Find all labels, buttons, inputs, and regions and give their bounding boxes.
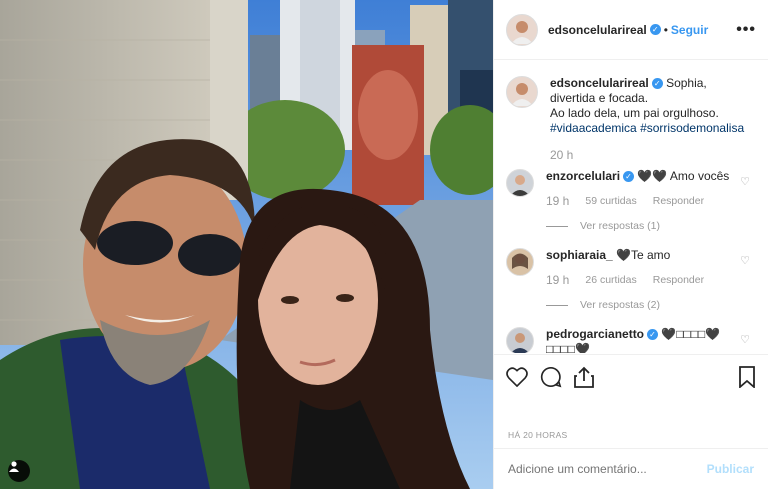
bookmark-icon[interactable] [738,365,756,388]
comment-body: sophiaraia_ 🖤Te amo 19 h 26 curtidas Res… [546,248,754,313]
commenter-avatar[interactable] [506,169,534,197]
verified-icon: ✓ [623,171,635,183]
caption-meta: 20 h [550,148,754,163]
caption-username[interactable]: edsoncelularireal [550,76,649,90]
comment-item: sophiaraia_ 🖤Te amo 19 h 26 curtidas Res… [506,248,754,313]
comment-text: 🖤🖤 Amo vocês [637,169,730,183]
caption-line2: Ao lado dela, um pai orgulhoso. [550,106,719,120]
author-avatar-small[interactable] [506,76,538,108]
view-replies[interactable]: Ver respostas (1) [546,219,754,234]
hashtag-link[interactable]: #sorrisodemonalisa [640,121,744,135]
header-author: edsoncelularireal ✓ • Seguir [548,23,708,37]
replies-line [546,226,568,227]
comment-time[interactable]: 19 h [546,273,569,288]
comment-item: pedrogarcianetto ✓ 🖤□□□□🖤 □□□□🖤 ♡ [506,327,754,353]
comment-body: enzorcelulari ✓ 🖤🖤 Amo vocês 19 h 59 curt… [546,169,754,234]
posted-time[interactable]: HÁ 20 HORAS [508,430,568,440]
post-side-panel: edsoncelularireal ✓ • Seguir ••• edsonce… [493,0,768,489]
view-replies-label[interactable]: Ver respostas (2) [580,298,660,313]
comment-likes[interactable]: 26 curtidas [585,273,636,288]
heart-icon[interactable] [506,366,528,387]
comments-list: edsoncelularireal ✓ Sophia, divertida e f… [494,61,768,353]
user-tag-icon[interactable] [8,460,30,482]
comment-text-continued: □□□□🖤 [546,342,590,353]
post-header: edsoncelularireal ✓ • Seguir ••• [494,0,768,60]
comment-like-heart-icon[interactable]: ♡ [740,175,750,188]
comment-time[interactable]: 19 h [546,194,569,209]
post-actions [494,354,768,398]
commenter-avatar[interactable] [506,327,534,353]
dot-separator: • [663,22,668,37]
comment-meta: 19 h 59 curtidas Responder [546,194,754,209]
comment-text: 🖤□□□□🖤 [661,327,721,341]
commenter-username[interactable]: pedrogarcianetto [546,327,644,341]
comment-like-heart-icon[interactable]: ♡ [740,254,750,267]
selfie-image [0,0,493,489]
instagram-post: edsoncelularireal ✓ • Seguir ••• edsonce… [0,0,768,489]
caption: edsoncelularireal ✓ Sophia, divertida e f… [506,76,754,163]
post-photo[interactable] [0,0,493,489]
comment-body: pedrogarcianetto ✓ 🖤□□□□🖤 □□□□🖤 [546,327,754,353]
commenter-avatar[interactable] [506,248,534,276]
replies-line [546,305,568,306]
follow-button[interactable]: Seguir [671,23,708,37]
commenter-username[interactable]: enzorcelulari [546,169,620,183]
share-icon[interactable] [574,366,594,388]
verified-icon: ✓ [649,24,661,35]
reply-button[interactable]: Responder [653,194,704,209]
reply-button[interactable]: Responder [653,273,704,288]
commenter-username[interactable]: sophiaraia_ [546,248,613,262]
view-replies[interactable]: Ver respostas (2) [546,298,754,313]
publish-button[interactable]: Publicar [707,462,754,476]
verified-icon: ✓ [651,78,663,90]
add-comment-bar: Publicar [494,448,768,489]
more-options-icon[interactable]: ••• [736,21,756,39]
author-avatar[interactable] [506,13,538,46]
comment-item: enzorcelulari ✓ 🖤🖤 Amo vocês 19 h 59 curt… [506,169,754,234]
comment-likes[interactable]: 59 curtidas [585,194,636,209]
comment-text: 🖤Te amo [616,248,671,262]
author-username[interactable]: edsoncelularireal [548,23,647,37]
caption-time[interactable]: 20 h [550,148,573,163]
comment-input[interactable] [508,462,707,476]
verified-icon: ✓ [647,329,659,341]
comment-meta: 19 h 26 curtidas Responder [546,273,754,288]
comment-icon[interactable] [540,366,562,388]
view-replies-label[interactable]: Ver respostas (1) [580,219,660,234]
comment-like-heart-icon[interactable]: ♡ [740,333,750,346]
caption-body: edsoncelularireal ✓ Sophia, divertida e f… [550,76,754,163]
hashtag-link[interactable]: #vidaacademica [550,121,637,135]
